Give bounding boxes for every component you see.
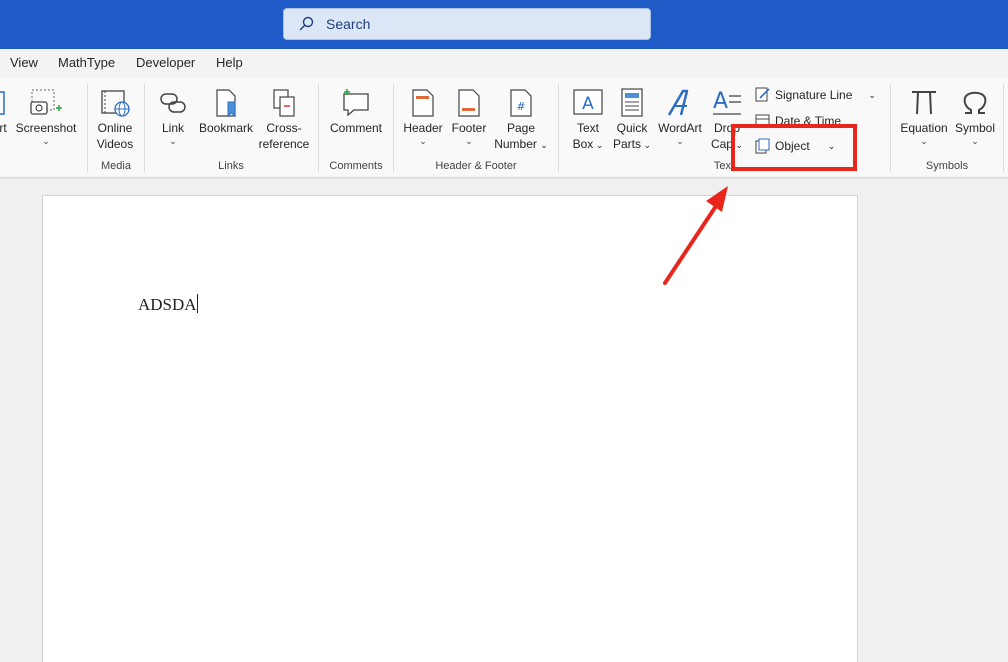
online-videos-label-1: Online bbox=[97, 121, 133, 135]
separator bbox=[87, 84, 88, 172]
quick-parts-label-1: Quick bbox=[616, 121, 648, 135]
text-box-button[interactable]: A Text Box ⌄ bbox=[566, 88, 610, 153]
chevron-down-icon: ⌄ bbox=[868, 89, 876, 100]
page-number-label-2-row: Number ⌄ bbox=[493, 136, 549, 153]
chevron-down-icon: ⌄ bbox=[169, 136, 177, 146]
symbol-label: Symbol bbox=[954, 121, 995, 135]
footer-button[interactable]: Footer ⌄ bbox=[447, 88, 491, 146]
cross-reference-button[interactable]: Cross- reference bbox=[256, 88, 312, 152]
svg-text:A: A bbox=[582, 94, 594, 114]
chevron-down-icon: ⌄ bbox=[676, 136, 684, 146]
pi-icon bbox=[912, 91, 936, 115]
chevron-down-icon: ⌄ bbox=[920, 136, 928, 146]
online-video-icon bbox=[101, 90, 130, 117]
text-box-icon: A bbox=[573, 89, 603, 115]
menu-mathtype[interactable]: MathType bbox=[58, 55, 115, 70]
wordart-button[interactable]: WordArt ⌄ bbox=[655, 88, 705, 146]
wordart-icon bbox=[667, 89, 689, 116]
comment-icon bbox=[343, 89, 369, 117]
comment-label: Comment bbox=[329, 121, 382, 135]
svg-text:#: # bbox=[516, 100, 525, 113]
cross-reference-label-1: Cross- bbox=[266, 121, 302, 135]
cross-reference-label-2: reference bbox=[258, 137, 310, 151]
chevron-down-icon: ⌄ bbox=[971, 136, 979, 146]
group-label-links: Links bbox=[218, 160, 244, 172]
separator bbox=[144, 84, 145, 172]
group-label-media: Media bbox=[101, 160, 131, 172]
online-videos-button[interactable]: Online Videos bbox=[92, 88, 138, 152]
separator bbox=[890, 84, 891, 172]
chevron-down-icon: ⌄ bbox=[640, 140, 652, 150]
separator bbox=[318, 84, 319, 172]
menu-view[interactable]: View bbox=[10, 55, 38, 70]
page-number-icon: # bbox=[510, 89, 532, 117]
partial-left-label: rt bbox=[0, 121, 7, 135]
search-placeholder: Search bbox=[326, 16, 371, 32]
separator bbox=[558, 84, 559, 172]
chevron-down-icon: ⌄ bbox=[42, 136, 50, 146]
group-label-symbols: Symbols bbox=[925, 160, 969, 172]
separator bbox=[1003, 84, 1004, 172]
equation-label: Equation bbox=[900, 121, 948, 135]
drop-cap-label-2: Cap bbox=[710, 137, 733, 151]
bookmark-icon bbox=[216, 89, 236, 118]
header-button[interactable]: Header ⌄ bbox=[401, 88, 445, 146]
chevron-down-icon: ⌄ bbox=[593, 140, 604, 150]
partial-left-button[interactable]: rt bbox=[0, 88, 10, 136]
title-bar: Search bbox=[0, 0, 1008, 49]
signature-line-button[interactable]: Signature Line ⌄ bbox=[755, 87, 876, 103]
bookmark-label: Bookmark bbox=[198, 121, 254, 135]
symbol-button[interactable]: Symbol ⌄ bbox=[952, 86, 998, 146]
chevron-down-icon: ⌄ bbox=[540, 140, 548, 150]
link-button[interactable]: Link ⌄ bbox=[152, 88, 194, 146]
signature-line-icon bbox=[755, 87, 770, 102]
search-icon bbox=[299, 16, 314, 31]
text-box-label-2-row: Box ⌄ bbox=[566, 136, 610, 153]
signature-line-label: Signature Line bbox=[775, 88, 853, 102]
link-label: Link bbox=[161, 121, 184, 135]
document-text-line[interactable]: ADSDA bbox=[138, 294, 198, 315]
chevron-down-icon: ⌄ bbox=[419, 136, 427, 146]
menu-developer[interactable]: Developer bbox=[136, 55, 195, 70]
quick-parts-button[interactable]: Quick Parts ⌄ bbox=[610, 88, 654, 153]
document-text: ADSDA bbox=[138, 295, 197, 314]
chevron-down-icon: ⌄ bbox=[465, 136, 473, 146]
screenshot-label: Screenshot bbox=[15, 121, 77, 135]
group-label-header-footer: Header & Footer bbox=[435, 160, 517, 172]
screenshot-button[interactable]: Screenshot ⌄ bbox=[15, 88, 77, 146]
page-number-label-2: Number bbox=[494, 137, 537, 151]
drop-cap-icon: A bbox=[713, 89, 741, 115]
header-label: Header bbox=[403, 121, 443, 135]
partial-icon bbox=[0, 91, 5, 115]
document-page[interactable]: ADSDA bbox=[42, 195, 858, 662]
search-box[interactable]: Search bbox=[283, 8, 651, 40]
omega-icon bbox=[963, 91, 987, 114]
header-icon bbox=[412, 89, 434, 117]
wordart-label: WordArt bbox=[658, 121, 702, 135]
text-caret bbox=[196, 294, 198, 313]
separator bbox=[393, 84, 394, 172]
equation-button[interactable]: Equation ⌄ bbox=[896, 86, 952, 146]
footer-icon bbox=[458, 89, 480, 117]
online-videos-label-2: Videos bbox=[96, 137, 134, 151]
text-box-label-2: Box bbox=[572, 137, 594, 151]
quick-parts-label-2-row: Parts ⌄ bbox=[610, 136, 654, 153]
text-box-label-1: Text bbox=[576, 121, 599, 135]
page-number-label-1: Page bbox=[506, 121, 536, 135]
footer-label: Footer bbox=[451, 121, 487, 135]
svg-text:A: A bbox=[713, 89, 728, 114]
page-number-button[interactable]: # Page Number ⌄ bbox=[493, 88, 549, 153]
cross-reference-icon bbox=[273, 89, 295, 117]
comment-button[interactable]: Comment bbox=[326, 88, 386, 136]
quick-parts-label-2: Parts bbox=[612, 137, 641, 151]
menu-bar: View MathType Developer Help bbox=[0, 49, 1008, 78]
highlight-box bbox=[731, 124, 857, 171]
menu-help[interactable]: Help bbox=[216, 55, 243, 70]
link-icon bbox=[160, 93, 186, 113]
group-label-comments: Comments bbox=[329, 160, 383, 172]
bookmark-button[interactable]: Bookmark bbox=[196, 88, 256, 136]
quick-parts-icon bbox=[621, 88, 643, 117]
screenshot-icon bbox=[30, 89, 62, 115]
